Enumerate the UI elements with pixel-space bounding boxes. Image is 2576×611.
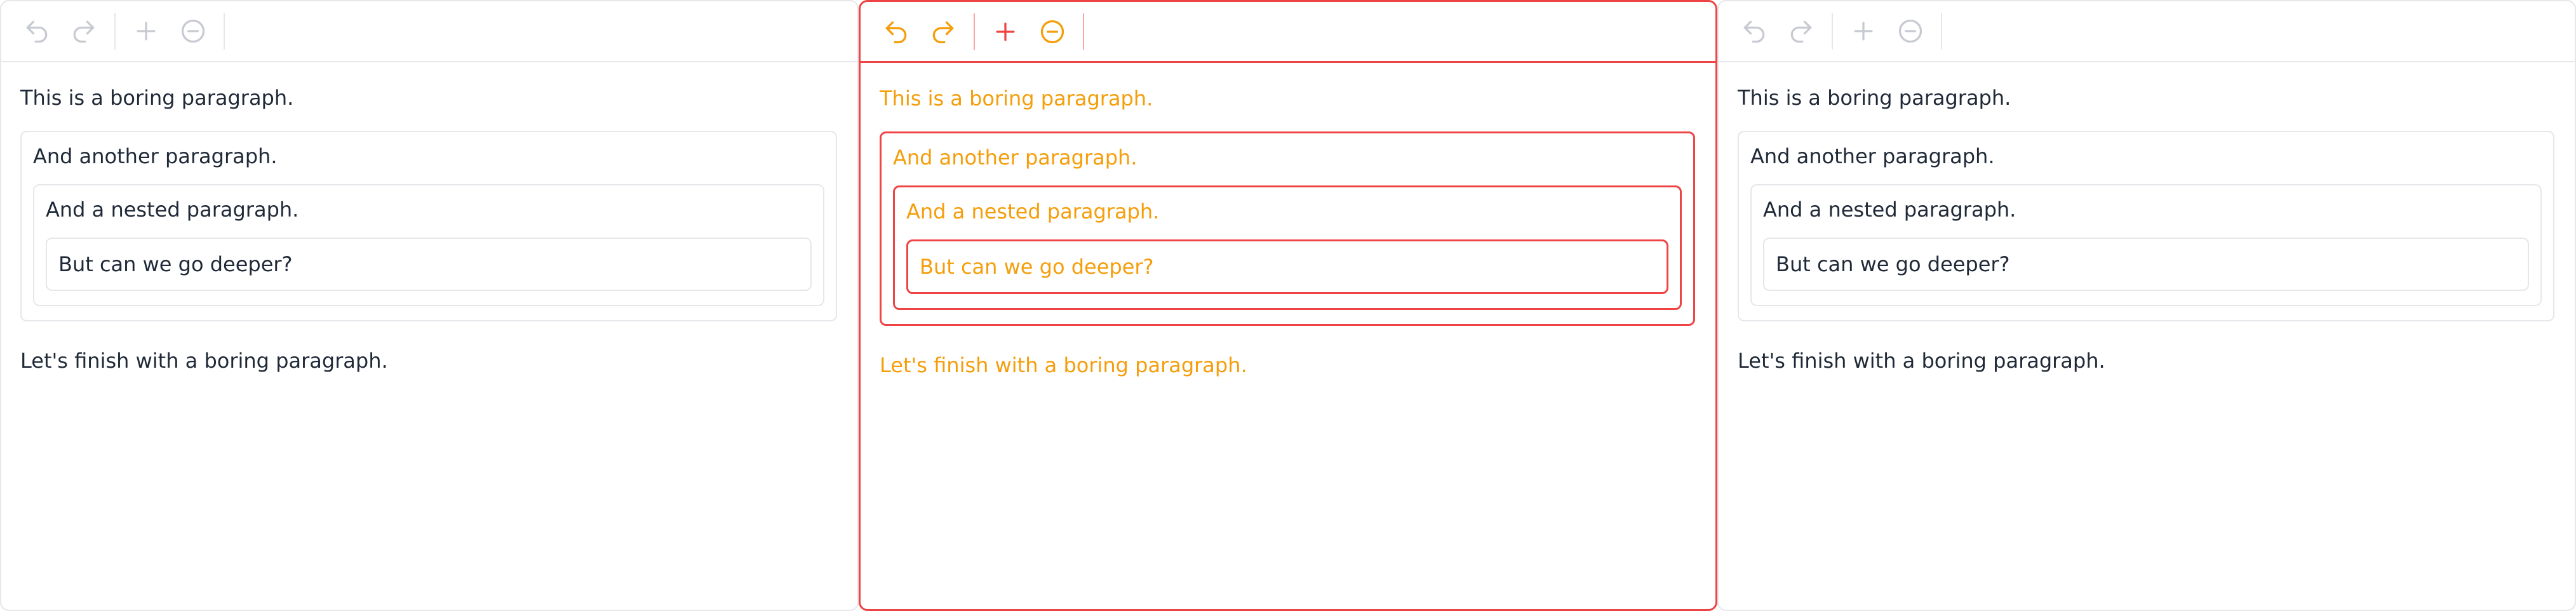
toolbar-divider <box>1083 13 1084 50</box>
minus-circle-icon <box>1040 20 1064 43</box>
paragraph[interactable]: And another paragraph. <box>33 142 824 170</box>
undo-icon <box>26 20 48 43</box>
nested-block-level-3[interactable]: But can we go deeper? <box>46 238 812 291</box>
paragraph[interactable]: Let's finish with a boring paragraph. <box>20 347 837 375</box>
undo-button[interactable] <box>881 17 911 47</box>
redo-button[interactable] <box>928 17 958 47</box>
editor-panel-diff: This is a boring paragraph. And another … <box>859 0 1717 611</box>
toolbar-divider <box>1832 13 1833 50</box>
undo-button[interactable] <box>1739 16 1769 46</box>
paragraph[interactable]: And another paragraph. <box>1750 142 2542 170</box>
toolbar <box>861 2 1715 63</box>
remove-block-button[interactable] <box>1037 17 1068 47</box>
redo-button[interactable] <box>1786 16 1816 46</box>
nested-block-level-1[interactable]: And another paragraph. And a nested para… <box>1738 131 2554 321</box>
history-group <box>1739 16 1816 46</box>
minus-circle-icon <box>1898 19 1922 43</box>
block-group <box>990 17 1068 47</box>
nested-block-level-3[interactable]: But can we go deeper? <box>906 239 1668 294</box>
paragraph[interactable]: Let's finish with a boring paragraph. <box>880 351 1695 379</box>
block-group <box>1848 16 1926 46</box>
paragraph[interactable]: But can we go deeper? <box>920 253 1655 281</box>
plus-icon <box>137 22 156 41</box>
undo-button[interactable] <box>22 16 52 46</box>
undo-icon <box>885 21 907 43</box>
paragraph[interactable]: Let's finish with a boring paragraph. <box>1738 347 2554 375</box>
add-block-button[interactable] <box>990 17 1021 47</box>
plus-icon <box>996 22 1015 41</box>
toolbar <box>1 1 857 62</box>
paragraph[interactable]: This is a boring paragraph. <box>880 84 1695 112</box>
block-group <box>131 16 208 46</box>
redo-icon <box>932 21 954 43</box>
add-block-button[interactable] <box>1848 16 1879 46</box>
toolbar <box>1719 1 2575 62</box>
paragraph[interactable]: This is a boring paragraph. <box>20 84 837 112</box>
paragraph[interactable]: And another paragraph. <box>893 144 1682 171</box>
remove-block-button[interactable] <box>178 16 208 46</box>
remove-block-button[interactable] <box>1895 16 1926 46</box>
nested-block-level-1[interactable]: And another paragraph. And a nested para… <box>20 131 837 321</box>
redo-icon <box>73 20 95 43</box>
toolbar-divider <box>114 13 116 50</box>
nested-block-level-3[interactable]: But can we go deeper? <box>1763 238 2529 291</box>
toolbar-divider <box>974 13 975 50</box>
redo-icon <box>1790 20 1812 43</box>
editor-content[interactable]: This is a boring paragraph. And another … <box>1 62 857 375</box>
nested-block-level-2[interactable]: And a nested paragraph. But can we go de… <box>1750 184 2542 306</box>
history-group <box>22 16 99 46</box>
editor-content[interactable]: This is a boring paragraph. And another … <box>861 63 1715 379</box>
editor-content[interactable]: This is a boring paragraph. And another … <box>1719 62 2575 375</box>
undo-icon <box>1743 20 1765 43</box>
paragraph[interactable]: But can we go deeper? <box>1776 250 2516 278</box>
editor-panel-after: This is a boring paragraph. And another … <box>1717 0 2576 611</box>
paragraph[interactable]: And a nested paragraph. <box>906 198 1668 225</box>
paragraph[interactable]: And a nested paragraph. <box>1763 196 2529 224</box>
toolbar-divider <box>224 13 225 50</box>
toolbar-divider <box>1941 13 1942 50</box>
nested-block-level-2[interactable]: And a nested paragraph. But can we go de… <box>893 185 1682 310</box>
history-group <box>881 17 958 47</box>
editor-panel-before: This is a boring paragraph. And another … <box>0 0 859 611</box>
nested-block-level-1[interactable]: And another paragraph. And a nested para… <box>880 131 1695 326</box>
plus-icon <box>1854 22 1873 41</box>
add-block-button[interactable] <box>131 16 161 46</box>
screenshot-row: This is a boring paragraph. And another … <box>0 0 2576 611</box>
paragraph[interactable]: This is a boring paragraph. <box>1738 84 2554 112</box>
minus-circle-icon <box>181 19 205 43</box>
paragraph[interactable]: And a nested paragraph. <box>46 196 812 224</box>
redo-button[interactable] <box>69 16 99 46</box>
paragraph[interactable]: But can we go deeper? <box>58 250 799 278</box>
nested-block-level-2[interactable]: And a nested paragraph. But can we go de… <box>33 184 824 306</box>
